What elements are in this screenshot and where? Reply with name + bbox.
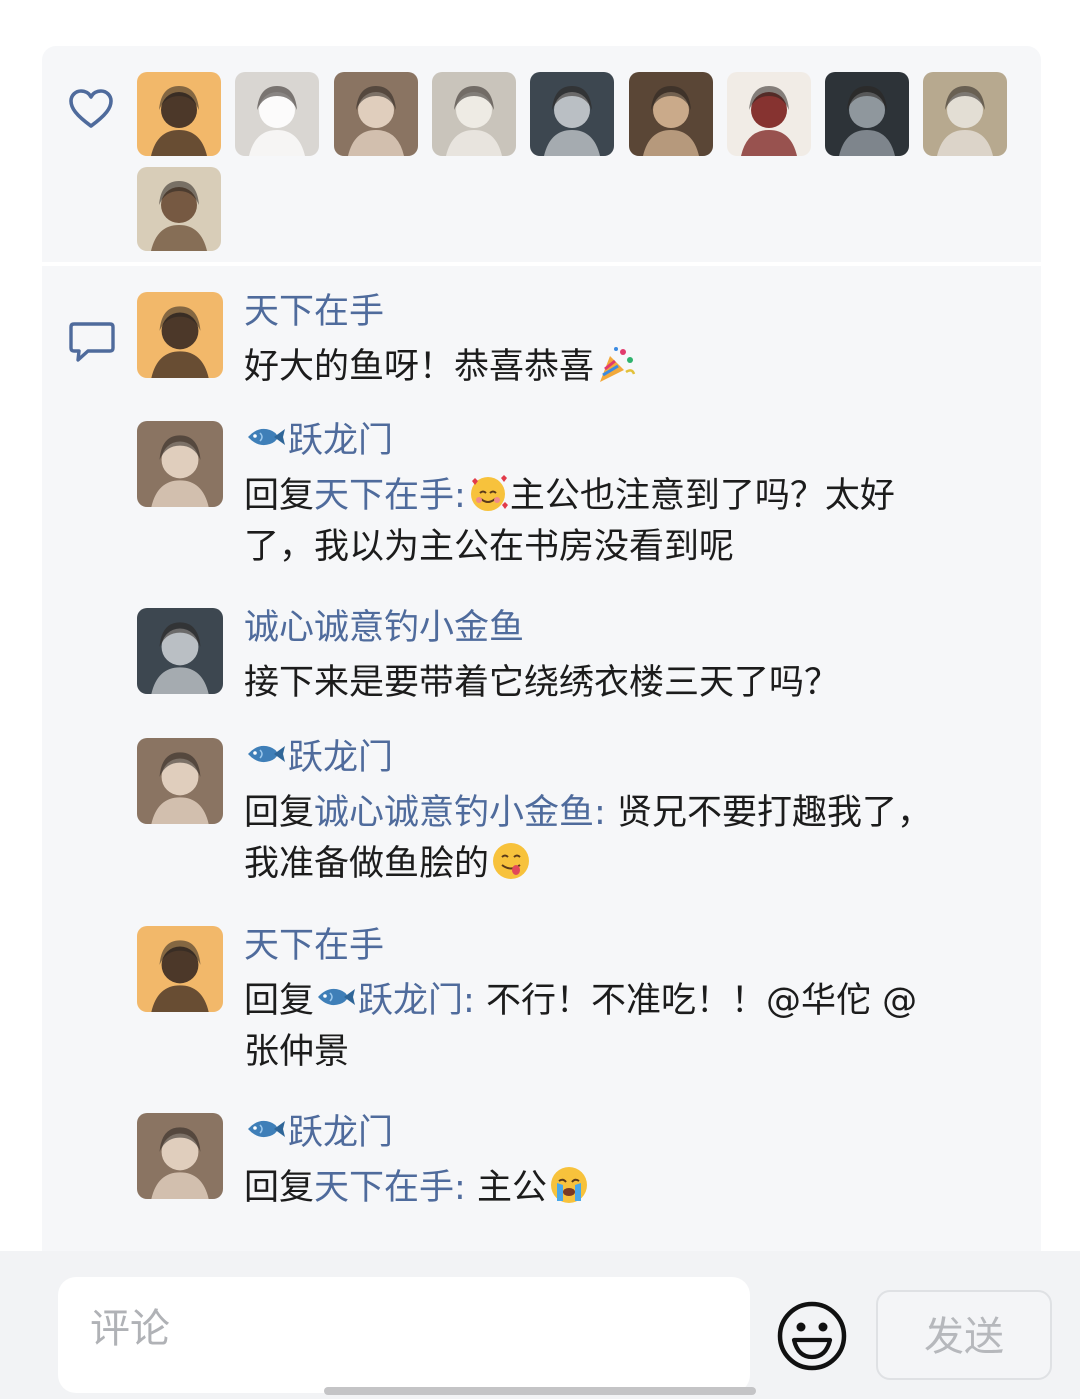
fish-icon: [248, 745, 285, 763]
comment-avatar[interactable]: [137, 738, 223, 824]
reply-prefix: 回复: [244, 1168, 315, 1208]
liker-avatar[interactable]: [137, 72, 221, 156]
comment-author[interactable]: 天下在手: [244, 292, 384, 332]
comment-text: 回复 跃龙门: 不行！不准吃！！@华佗 @张仲景: [244, 976, 949, 1078]
comment-bubble-icon: [69, 322, 115, 362]
comment-text: 回复天下在手: 主公: [244, 1163, 949, 1214]
comment-avatar[interactable]: [137, 926, 223, 1012]
comment-author[interactable]: 诚心诚意钓小金鱼: [244, 608, 524, 648]
reply-prefix: 回复: [244, 981, 315, 1021]
smiling-face-with-hearts-icon: [468, 473, 508, 513]
reply-target[interactable]: 跃龙门:: [314, 981, 475, 1021]
comment-avatar[interactable]: [137, 608, 223, 694]
comment-avatar[interactable]: [137, 421, 223, 507]
fish-icon: [318, 988, 356, 1006]
loudly-crying-face-icon: [549, 1165, 589, 1205]
comment-body: 主公: [465, 1168, 547, 1208]
reply-target-label: 天下在手:: [314, 1168, 466, 1208]
emoji-face-icon[interactable]: [776, 1300, 848, 1372]
comment-text: 接下来是要带着它绕绣衣楼三天了吗？: [244, 658, 949, 709]
liker-avatar[interactable]: [137, 167, 221, 251]
reply-target-label: 诚心诚意钓小金鱼:: [314, 793, 606, 833]
comment-body: 好大的鱼呀！恭喜恭喜: [244, 347, 595, 387]
liker-avatar[interactable]: [628, 72, 713, 156]
yum-face-icon: [491, 841, 531, 881]
comment-author-label: 跃龙门: [288, 421, 394, 461]
send-button[interactable]: 发送: [876, 1290, 1052, 1380]
comment-body: 接下来是要带着它绕绣衣楼三天了吗？: [244, 663, 840, 703]
comment-author-label: 跃龙门: [288, 1113, 394, 1153]
comment-text: 回复诚心诚意钓小金鱼: 贤兄不要打趣我了，我准备做鱼脍的: [244, 788, 949, 890]
comment-placeholder: 评论: [90, 1306, 170, 1352]
heart-icon[interactable]: [68, 88, 114, 130]
reply-target[interactable]: 天下在手:: [314, 476, 466, 516]
reply-target-label: 跃龙门:: [358, 981, 475, 1021]
comment-avatar[interactable]: [137, 1113, 223, 1199]
liker-avatar[interactable]: [825, 72, 910, 156]
liker-avatar[interactable]: [530, 72, 615, 156]
comment-text: 好大的鱼呀！恭喜恭喜: [244, 342, 949, 393]
fish-icon: [248, 428, 285, 446]
reply-target[interactable]: 诚心诚意钓小金鱼:: [314, 793, 606, 833]
comment-author[interactable]: 跃龙门: [244, 421, 393, 461]
reply-prefix: 回复: [244, 793, 315, 833]
fish-icon: [248, 1120, 285, 1138]
comment-author[interactable]: 跃龙门: [244, 738, 393, 778]
liker-avatar[interactable]: [431, 72, 516, 156]
party-popper-icon: [596, 344, 636, 384]
liker-avatar[interactable]: [726, 72, 811, 156]
reply-target[interactable]: 天下在手:: [314, 1168, 466, 1208]
liker-avatar[interactable]: [333, 72, 418, 156]
comment-author-label: 诚心诚意钓小金鱼: [244, 608, 525, 648]
liker-avatar[interactable]: [235, 72, 320, 156]
reply-prefix: 回复: [244, 476, 315, 516]
reply-target-label: 天下在手:: [314, 476, 466, 516]
comment-author-label: 跃龙门: [288, 738, 394, 778]
comment-author[interactable]: 跃龙门: [244, 1113, 393, 1153]
liker-avatar[interactable]: [923, 72, 1008, 156]
comment-author[interactable]: 天下在手: [244, 926, 384, 966]
comment-avatar[interactable]: [137, 292, 223, 378]
comment-text: 回复天下在手: 主公也注意到了吗？太好了，我以为主公在书房没看到呢: [244, 471, 949, 573]
home-indicator: [324, 1387, 756, 1395]
comment-author-label: 天下在手: [244, 926, 385, 966]
comment-author-label: 天下在手: [244, 292, 385, 332]
